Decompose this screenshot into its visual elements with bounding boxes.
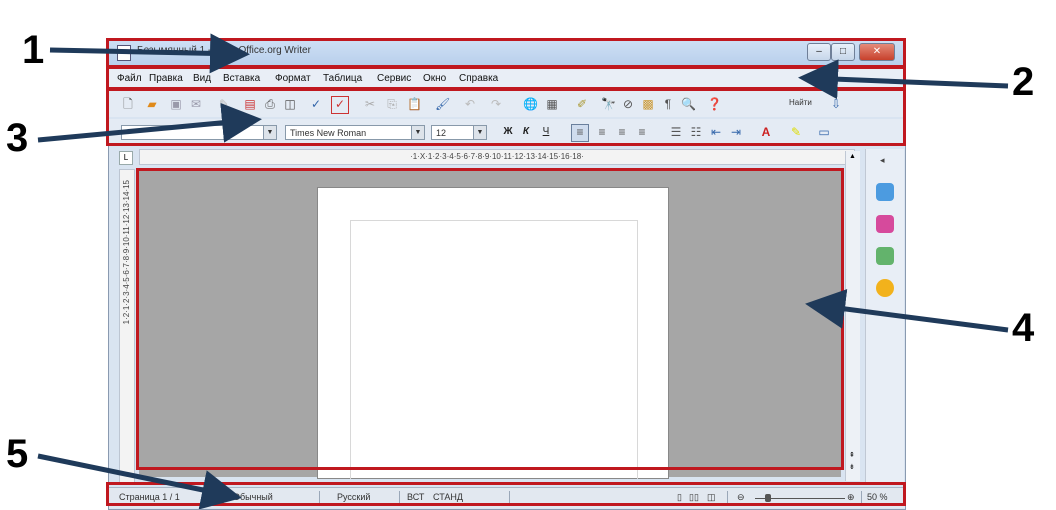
arrow-2 [798,59,1009,100]
arrow-1 [49,33,250,74]
arrow-5 [37,453,242,509]
callout-arrows [37,33,1009,509]
arrow-3 [37,102,262,143]
arrow-4 [805,289,1009,333]
